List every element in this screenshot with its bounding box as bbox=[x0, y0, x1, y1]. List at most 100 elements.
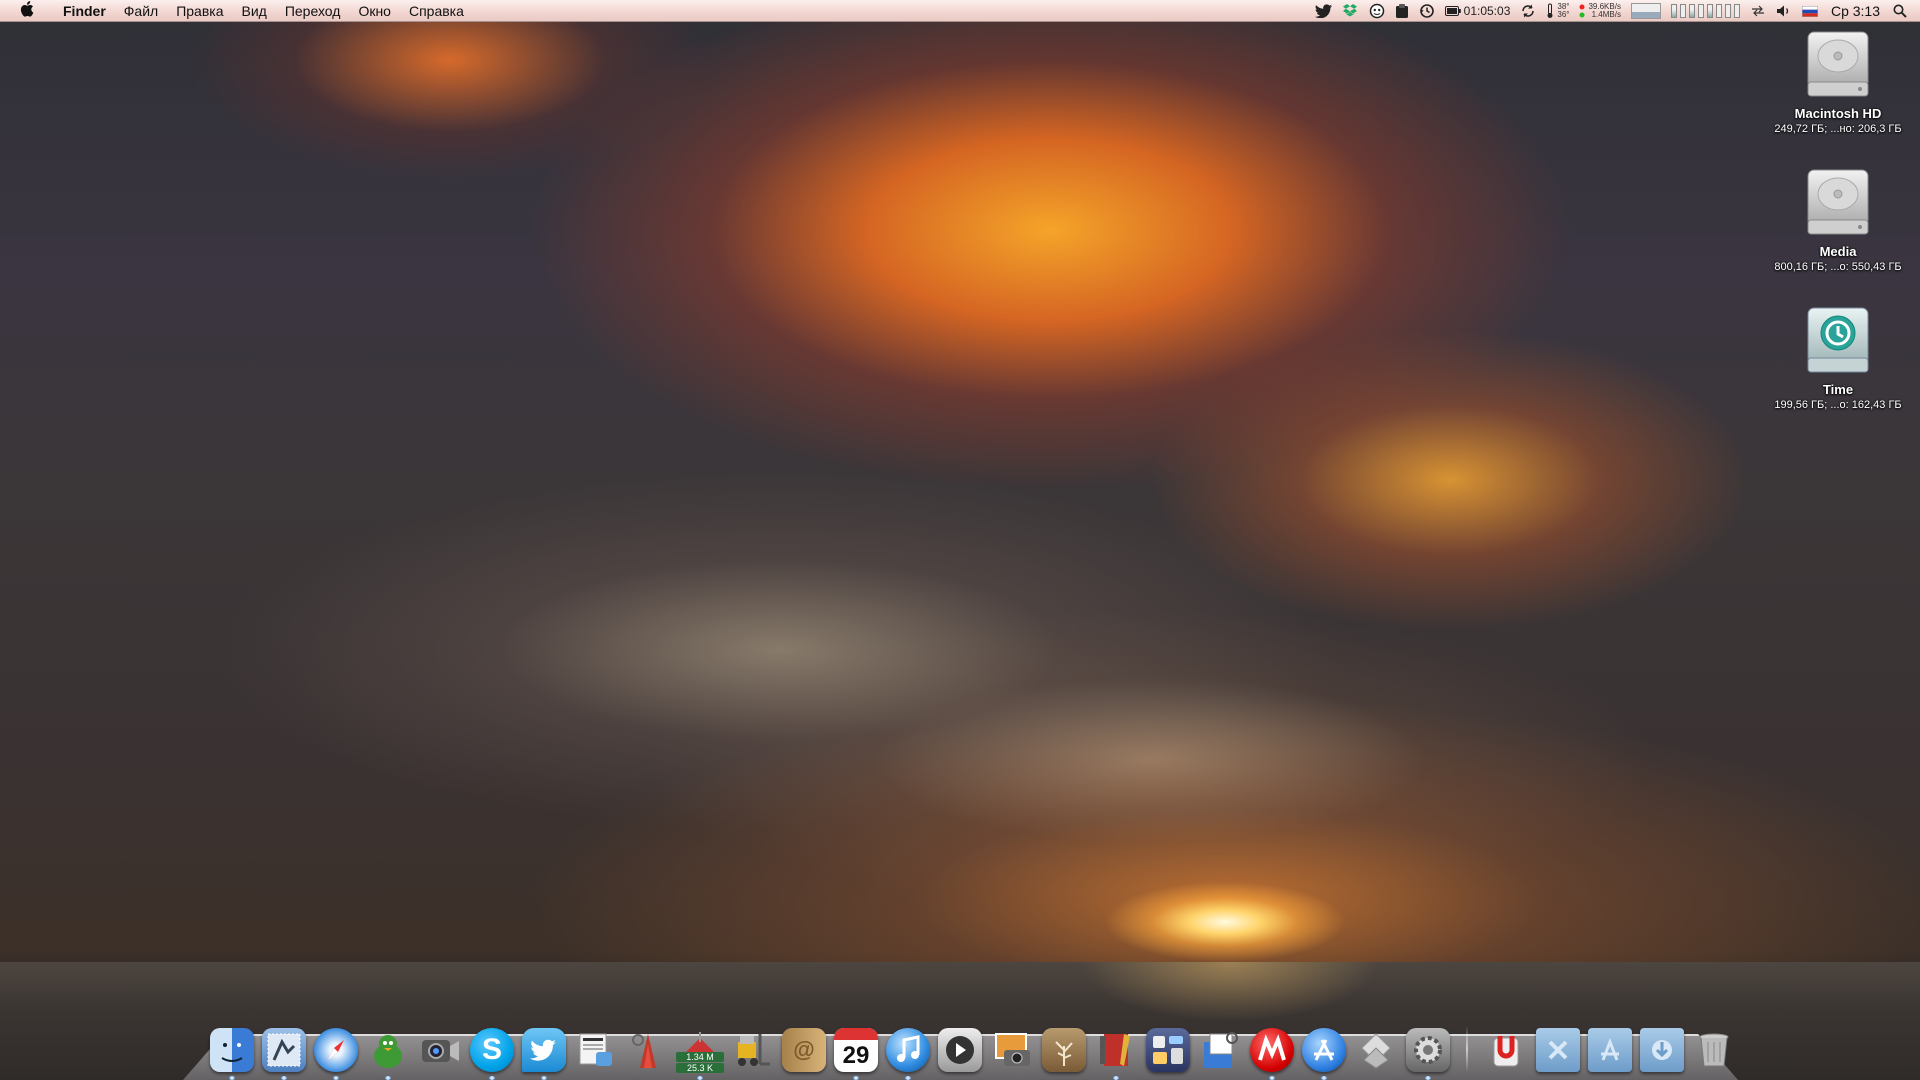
desktop-icon-info: 249,72 ГБ; ...но: 206,3 ГБ bbox=[1774, 123, 1902, 135]
running-indicator bbox=[229, 1076, 235, 1080]
menu-file[interactable]: Файл bbox=[115, 0, 167, 22]
time-machine-icon[interactable] bbox=[1414, 0, 1440, 22]
meter-8 bbox=[1733, 4, 1740, 18]
twitter-bird-icon bbox=[522, 1028, 566, 1072]
menu-finder[interactable]: Finder bbox=[54, 0, 115, 22]
net-up-label: 1.4MB/s bbox=[1591, 10, 1621, 19]
running-indicator bbox=[1425, 1076, 1431, 1080]
dock-forklift[interactable] bbox=[730, 1022, 774, 1072]
running-indicator bbox=[281, 1076, 287, 1080]
dock-applications-folder[interactable] bbox=[1588, 1022, 1632, 1072]
applications-folder-icon bbox=[1588, 1028, 1632, 1072]
preview-icon bbox=[1198, 1028, 1242, 1072]
desktop-icon-info: 800,16 ГБ; ...о: 550,43 ГБ bbox=[1774, 261, 1902, 273]
desktop-icon-macintosh-hd[interactable]: Macintosh HD 249,72 ГБ; ...но: 206,3 ГБ bbox=[1768, 30, 1908, 135]
russian-flag-icon[interactable] bbox=[1797, 0, 1823, 22]
cpu-graph[interactable] bbox=[1626, 0, 1666, 22]
camera-icon bbox=[418, 1028, 462, 1072]
downloads-folder-icon bbox=[1640, 1028, 1684, 1072]
menu-clock[interactable]: Ср 3:13 bbox=[1823, 3, 1888, 19]
dock-tree-app[interactable] bbox=[1042, 1022, 1086, 1072]
skype-icon: S bbox=[470, 1028, 514, 1072]
network-arrows-icon[interactable] bbox=[1745, 0, 1771, 22]
hard-drive-icon bbox=[1804, 168, 1872, 240]
dock-itunes[interactable] bbox=[886, 1022, 930, 1080]
dock-times-news[interactable] bbox=[574, 1022, 618, 1072]
dock-ical[interactable]: 29 bbox=[834, 1022, 878, 1080]
battery-time-label: 01:05:03 bbox=[1463, 4, 1511, 18]
desktop-icon-media[interactable]: Media 800,16 ГБ; ...о: 550,43 ГБ bbox=[1768, 168, 1908, 273]
time-machine-drive-icon bbox=[1804, 306, 1872, 378]
clipboard-icon[interactable] bbox=[1390, 0, 1414, 22]
menu-go[interactable]: Переход bbox=[276, 0, 350, 22]
dock-dashboard[interactable] bbox=[1146, 1022, 1190, 1072]
transfer-top-label: 1.34 M bbox=[676, 1052, 724, 1062]
dock-preview[interactable] bbox=[1198, 1022, 1242, 1072]
dock-transmission[interactable]: 1.34 M 25.3 K bbox=[676, 1022, 724, 1080]
menu-help[interactable]: Справка bbox=[400, 0, 473, 22]
tree-icon bbox=[1042, 1028, 1086, 1072]
network-monitor[interactable]: 39.6KB/s 1.4MB/s bbox=[1574, 0, 1625, 22]
dock-safari[interactable] bbox=[314, 1022, 358, 1080]
dock-utilities-folder[interactable] bbox=[1536, 1022, 1580, 1072]
temp-bottom-label: 36° bbox=[1557, 10, 1570, 19]
dock-image-capture[interactable] bbox=[990, 1022, 1034, 1072]
dock-folx[interactable] bbox=[626, 1022, 670, 1072]
dock-twitter[interactable] bbox=[522, 1022, 566, 1080]
stacked-tools-icon bbox=[1354, 1028, 1398, 1072]
running-indicator bbox=[541, 1076, 547, 1080]
desktop-icon-label: Time bbox=[1822, 382, 1854, 397]
dock: S 1.34 M 25.3 K @ 29 bbox=[210, 1012, 1736, 1080]
battery-timer[interactable]: 01:05:03 bbox=[1440, 0, 1516, 22]
dock-finder[interactable] bbox=[210, 1022, 254, 1080]
desktop-icon-time[interactable]: Time 199,56 ГБ; ...о: 162,43 ГБ bbox=[1768, 306, 1908, 411]
dropbox-icon[interactable] bbox=[1338, 0, 1364, 22]
running-indicator bbox=[1269, 1076, 1275, 1080]
dock-address-book[interactable]: @ bbox=[782, 1022, 826, 1072]
menu-bar: Finder Файл Правка Вид Переход Окно Спра… bbox=[0, 0, 1920, 22]
menu-edit[interactable]: Правка bbox=[167, 0, 232, 22]
dock-downloads-folder[interactable] bbox=[1640, 1022, 1684, 1072]
dock-facetime-camera[interactable] bbox=[418, 1022, 462, 1072]
safari-compass-icon bbox=[314, 1028, 358, 1072]
apple-icon[interactable] bbox=[0, 1, 54, 21]
trash-icon bbox=[1692, 1028, 1736, 1072]
play-button-icon bbox=[938, 1028, 982, 1072]
dock-adium[interactable] bbox=[366, 1022, 410, 1080]
hard-drive-icon bbox=[1804, 30, 1872, 102]
dock-mail[interactable] bbox=[262, 1022, 306, 1080]
menu-view[interactable]: Вид bbox=[233, 0, 276, 22]
desktop-icon-label: Macintosh HD bbox=[1794, 106, 1882, 121]
utilities-folder-icon bbox=[1536, 1028, 1580, 1072]
running-indicator bbox=[853, 1076, 859, 1080]
dock-trash[interactable] bbox=[1692, 1022, 1736, 1072]
temperature-monitor[interactable]: 38° 36° bbox=[1541, 0, 1574, 22]
desktop-icon-info: 199,56 ГБ; ...о: 162,43 ГБ bbox=[1774, 399, 1902, 411]
running-indicator bbox=[333, 1076, 339, 1080]
itunes-music-note-icon bbox=[886, 1028, 930, 1072]
adium-duck-icon[interactable] bbox=[1364, 0, 1390, 22]
running-indicator bbox=[1113, 1076, 1119, 1080]
running-indicator bbox=[1321, 1076, 1327, 1080]
app-store-icon bbox=[1302, 1028, 1346, 1072]
dock-dvd-player[interactable] bbox=[938, 1022, 982, 1072]
dock-magnet-app[interactable] bbox=[1484, 1022, 1528, 1072]
running-indicator bbox=[905, 1076, 911, 1080]
gear-icon bbox=[1406, 1028, 1450, 1072]
dock-system-preferences[interactable] bbox=[1406, 1022, 1450, 1080]
resource-meters[interactable] bbox=[1666, 0, 1745, 22]
dock-skype[interactable]: S bbox=[470, 1022, 514, 1080]
menu-window[interactable]: Окно bbox=[349, 0, 400, 22]
dock-utility-stack[interactable] bbox=[1354, 1022, 1398, 1072]
address-book-icon: @ bbox=[782, 1028, 826, 1072]
volume-icon[interactable] bbox=[1771, 0, 1797, 22]
desktop-icon-label: Media bbox=[1819, 244, 1857, 259]
meter-4 bbox=[1697, 4, 1704, 18]
twitter-bird-icon[interactable] bbox=[1310, 0, 1338, 22]
dock-opera[interactable] bbox=[1250, 1022, 1294, 1080]
dock-app-store[interactable] bbox=[1302, 1022, 1346, 1080]
sync-icon[interactable] bbox=[1515, 0, 1541, 22]
meter-1 bbox=[1670, 4, 1677, 18]
dock-notebook[interactable] bbox=[1094, 1022, 1138, 1080]
spotlight-search-icon[interactable] bbox=[1888, 0, 1912, 22]
